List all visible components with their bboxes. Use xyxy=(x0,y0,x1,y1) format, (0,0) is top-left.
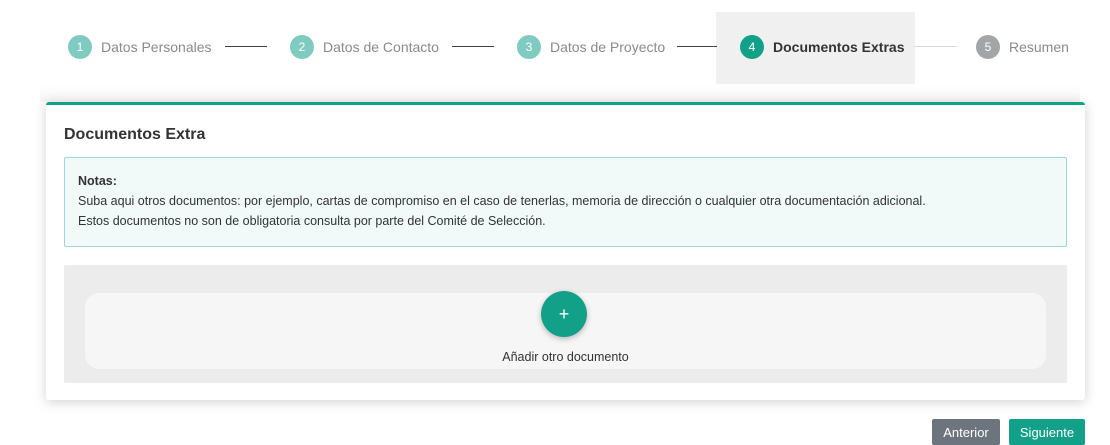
step-connector xyxy=(225,46,267,47)
card-shadow xyxy=(40,84,1080,102)
notes-title: Notas: xyxy=(78,174,117,188)
step-resumen[interactable]: 5 Resumen xyxy=(976,34,1069,60)
step-connector xyxy=(915,46,957,47)
notes-box: Notas: Suba aqui otros documentos: por e… xyxy=(64,157,1067,247)
plus-icon: + xyxy=(558,303,570,324)
step-connector xyxy=(452,46,494,47)
step-label: Documentos Extras xyxy=(773,39,905,55)
step-number-1: 1 xyxy=(68,35,92,59)
documents-card: Documentos Extra Notas: Suba aqui otros … xyxy=(46,102,1085,400)
step-number-4: 4 xyxy=(740,35,764,59)
step-datos-contacto[interactable]: 2 Datos de Contacto xyxy=(290,34,439,60)
add-document-button[interactable]: + xyxy=(541,291,587,337)
previous-button[interactable]: Anterior xyxy=(932,419,1000,445)
next-button[interactable]: Siguiente xyxy=(1009,419,1085,445)
add-document-label[interactable]: Añadir otro documento xyxy=(64,350,1067,364)
upload-area: + Añadir otro documento xyxy=(64,265,1067,383)
notes-line: Estos documentos no son de obligatoria c… xyxy=(78,214,546,228)
step-datos-personales[interactable]: 1 Datos Personales xyxy=(68,34,212,60)
notes-line: Suba aqui otros documentos: por ejemplo,… xyxy=(78,194,926,208)
step-number-5: 5 xyxy=(976,35,1000,59)
step-number-2: 2 xyxy=(290,35,314,59)
step-number-3: 3 xyxy=(517,35,541,59)
step-label: Datos Personales xyxy=(101,39,212,55)
step-label: Datos de Proyecto xyxy=(550,39,666,55)
stepper: 1 Datos Personales 2 Datos de Contacto 3… xyxy=(0,12,1110,84)
card-title: Documentos Extra xyxy=(64,126,206,143)
step-label: Datos de Contacto xyxy=(323,39,439,55)
step-documentos-extras[interactable]: 4 Documentos Extras xyxy=(740,34,904,60)
step-label: Resumen xyxy=(1009,39,1069,55)
step-datos-proyecto[interactable]: 3 Datos de Proyecto xyxy=(517,34,665,60)
step-connector xyxy=(677,46,717,47)
